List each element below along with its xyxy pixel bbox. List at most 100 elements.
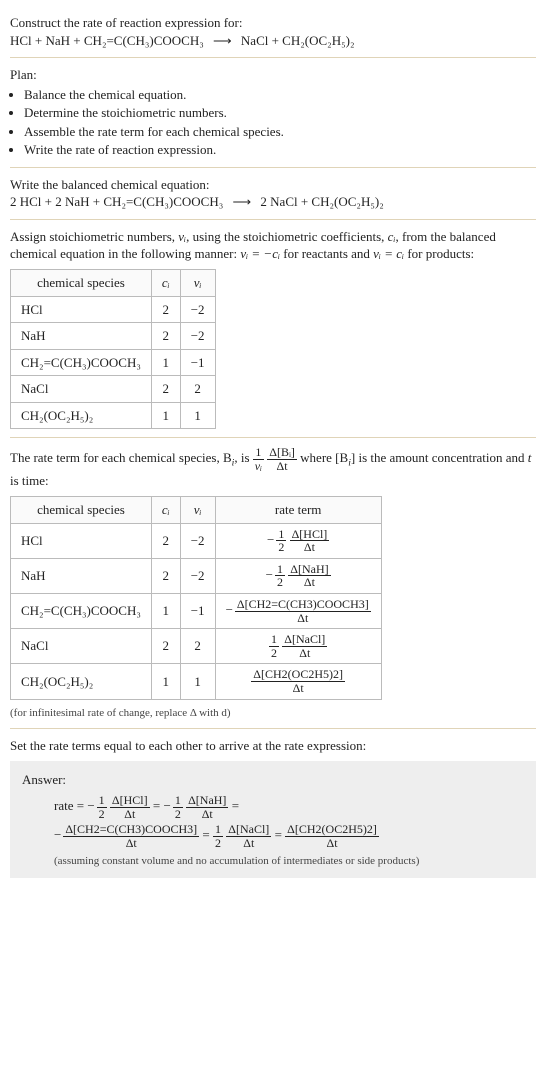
frac: Δ[Bᵢ]Δt [267, 446, 297, 472]
sp: HCl [11, 523, 152, 558]
rate-term: 12 Δ[NaCl]Δt [215, 629, 381, 664]
sp: HCl [11, 296, 152, 323]
divider [10, 437, 536, 438]
table-row: NaCl2212 Δ[NaCl]Δt [11, 629, 382, 664]
c: 2 [151, 629, 180, 664]
c: 2 [151, 323, 180, 350]
th: rate term [215, 497, 381, 524]
nu: −2 [180, 523, 215, 558]
sp: CH₂=C(CH₃)COOCH₃ [11, 593, 152, 628]
eq: νᵢ = −cᵢ [240, 246, 280, 261]
rate-term-text: The rate term for each chemical species,… [10, 446, 536, 490]
frac: 1νᵢ [253, 446, 264, 472]
c: 1 [151, 349, 180, 376]
prompt-block: Construct the rate of reaction expressio… [10, 14, 536, 49]
prompt-rhs: NaCl + CH₂(OC₂H₅)₂ [241, 33, 355, 48]
balanced-rhs: 2 NaCl + CH₂(OC₂H₅)₂ [260, 194, 383, 209]
c: 1 [151, 593, 180, 628]
nu: −2 [180, 296, 215, 323]
assign-text: Assign stoichiometric numbers, νᵢ, using… [10, 228, 536, 263]
plan-item: Balance the chemical equation. [24, 86, 536, 104]
den: Δt [267, 460, 297, 473]
c: 2 [151, 296, 180, 323]
ci: cᵢ [162, 275, 170, 290]
rate-term: −12 Δ[NaH]Δt [215, 558, 381, 593]
table-row: NaH2−2−12 Δ[NaH]Δt [11, 558, 382, 593]
table-row: CH₂=C(CH₃)COOCH₃1−1 [11, 349, 216, 376]
sp: CH₂(OC₂H₅)₂ [11, 664, 152, 699]
t: for products: [404, 246, 474, 261]
table-row: HCl2−2−12 Δ[HCl]Δt [11, 523, 382, 558]
prompt-equation: HCl + NaH + CH₂=C(CH₃)COOCH₃ ⟶ NaCl + CH… [10, 32, 536, 50]
plan-item: Assemble the rate term for each chemical… [24, 123, 536, 141]
infinitesimal-note: (for infinitesimal rate of change, repla… [10, 706, 536, 721]
eq: νᵢ = cᵢ [373, 246, 404, 261]
table-row: NaH2−2 [11, 323, 216, 350]
answer-box: Answer: rate = −12 Δ[HCl]Δt = −12 Δ[NaH]… [10, 761, 536, 879]
sp: CH₂(OC₂H₅)₂ [11, 402, 152, 429]
rate-term: −Δ[CH2=C(CH3)COOCH3]Δt [215, 593, 381, 628]
balanced-lhs: 2 HCl + 2 NaH + CH₂=C(CH₃)COOCH₃ [10, 194, 223, 209]
t: , using the stoichiometric coefficients, [186, 229, 388, 244]
nu: νᵢ [194, 275, 202, 290]
th: cᵢ [151, 270, 180, 297]
balanced-block: Write the balanced chemical equation: 2 … [10, 176, 536, 211]
balanced-equation: 2 HCl + 2 NaH + CH₂=C(CH₃)COOCH₃ ⟶ 2 NaC… [10, 193, 536, 211]
th: νᵢ [180, 270, 215, 297]
table-header-row: chemical species cᵢ νᵢ rate term [11, 497, 382, 524]
sp: CH₂=C(CH₃)COOCH₃ [11, 349, 152, 376]
nu: νᵢ [194, 502, 202, 517]
nu: −2 [180, 558, 215, 593]
plan-block: Plan: Balance the chemical equation. Det… [10, 66, 536, 159]
divider [10, 219, 536, 220]
set-equal-text: Set the rate terms equal to each other t… [10, 737, 536, 755]
table-row: CH₂=C(CH₃)COOCH₃1−1−Δ[CH2=C(CH3)COOCH3]Δ… [11, 593, 382, 628]
table-row: NaCl22 [11, 376, 216, 403]
plan-list: Balance the chemical equation. Determine… [10, 86, 536, 159]
answer-note: (assuming constant volume and no accumul… [22, 854, 524, 869]
t: ] is the amount concentration and [351, 450, 528, 465]
balanced-head: Write the balanced chemical equation: [10, 176, 536, 194]
nu: −2 [180, 323, 215, 350]
sp: NaH [11, 558, 152, 593]
answer-label: Answer: [22, 771, 524, 789]
ci: cᵢ [162, 502, 170, 517]
t: is time: [10, 473, 49, 488]
c: 2 [151, 523, 180, 558]
stoich-table: chemical species cᵢ νᵢ HCl2−2 NaH2−2 CH₂… [10, 269, 216, 429]
t: where [B [300, 450, 348, 465]
sp: NaCl [11, 629, 152, 664]
nu: 1 [180, 402, 215, 429]
th: νᵢ [180, 497, 215, 524]
nu: 1 [180, 664, 215, 699]
num: 1 [253, 446, 264, 460]
tvar: t [528, 450, 532, 465]
plan-item: Determine the stoichiometric numbers. [24, 104, 536, 122]
rate-expression: rate = −12 Δ[HCl]Δt = −12 Δ[NaH]Δt =−Δ[C… [22, 792, 524, 849]
c: 1 [151, 402, 180, 429]
prompt-lhs: HCl + NaH + CH₂=C(CH₃)COOCH₃ [10, 33, 204, 48]
sp: NaCl [11, 376, 152, 403]
t: Assign stoichiometric numbers, [10, 229, 178, 244]
th: chemical species [11, 497, 152, 524]
nu: −1 [180, 593, 215, 628]
t: for reactants and [280, 246, 373, 261]
rate-term-table: chemical species cᵢ νᵢ rate term HCl2−2−… [10, 496, 382, 699]
t: , is [234, 450, 252, 465]
t: The rate term for each chemical species,… [10, 450, 232, 465]
prompt-lead: Construct the rate of reaction expressio… [10, 14, 536, 32]
rate-term: Δ[CH2(OC2H5)2]Δt [215, 664, 381, 699]
th: cᵢ [151, 497, 180, 524]
den: νᵢ [253, 460, 264, 473]
divider [10, 167, 536, 168]
nu: νᵢ [178, 229, 186, 244]
th: chemical species [11, 270, 152, 297]
table-row: CH₂(OC₂H₅)₂11Δ[CH2(OC2H5)2]Δt [11, 664, 382, 699]
plan-head: Plan: [10, 66, 536, 84]
divider [10, 728, 536, 729]
sp: NaH [11, 323, 152, 350]
nu: 2 [180, 376, 215, 403]
arrow-icon: ⟶ [207, 33, 238, 48]
c: 1 [151, 664, 180, 699]
nu: −1 [180, 349, 215, 376]
